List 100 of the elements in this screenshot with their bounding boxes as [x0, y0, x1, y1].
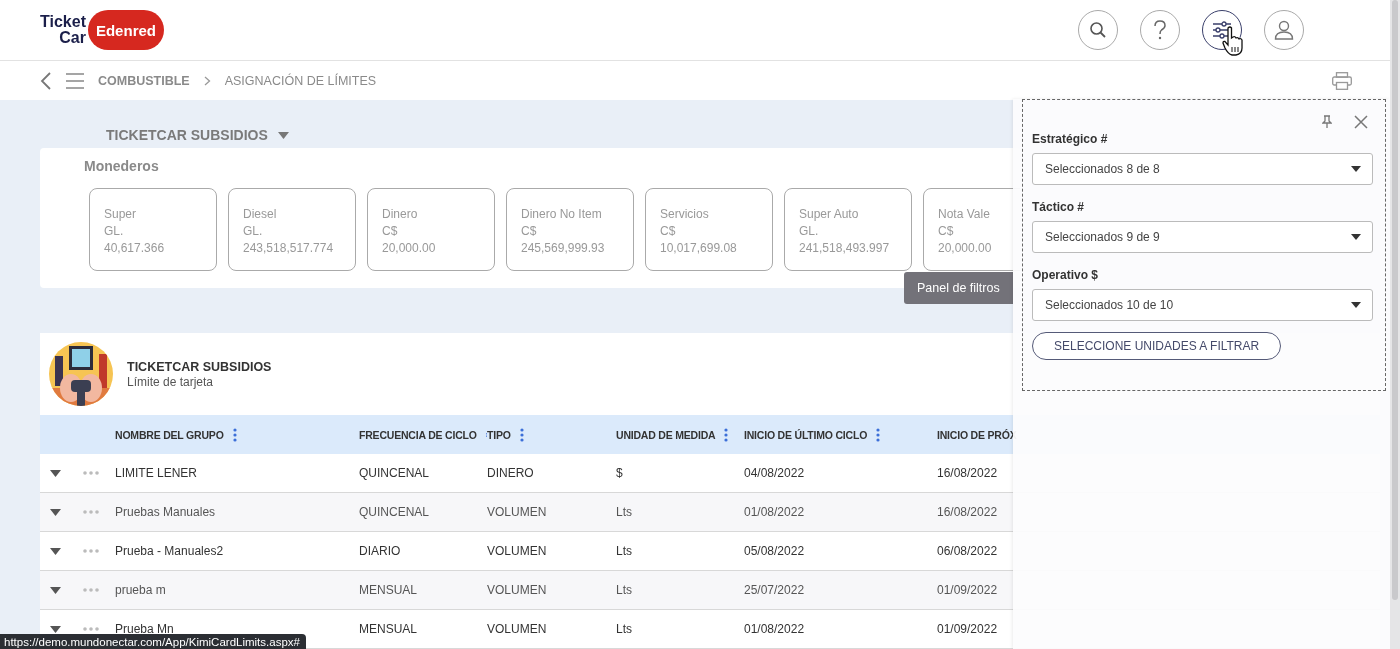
table-cell: $: [616, 466, 623, 480]
wallet-amount: 20,000.00: [938, 241, 993, 256]
pin-icon[interactable]: [1322, 115, 1332, 129]
table-cell: DINERO: [487, 466, 534, 480]
expand-icon[interactable]: [50, 508, 61, 516]
table-cell: LIMITE LENER: [115, 466, 198, 480]
table-cell: MENSUAL: [359, 622, 417, 636]
group-title: TICKETCAR SUBSIDIOS: [127, 359, 272, 374]
table-cell: 01/09/2022: [937, 583, 998, 597]
logo-badge: Edenred: [87, 10, 164, 50]
expand-icon[interactable]: [50, 586, 61, 594]
table-cell: Lts: [616, 583, 632, 597]
table-cell: VOLUMEN: [487, 544, 547, 558]
wallet-amount: 10,017,699.08: [660, 241, 738, 256]
caret-icon: [277, 131, 289, 139]
logo-text: Ticket Car: [40, 14, 86, 46]
user-button[interactable]: [1264, 10, 1304, 50]
column-header[interactable]: UNIDAD DE MEDIDA: [616, 428, 716, 441]
user-icon: [1274, 20, 1294, 40]
wallet-unit: C$: [382, 224, 399, 239]
wallet-name: Servicios: [660, 207, 710, 222]
column-menu-icon[interactable]: [232, 427, 237, 442]
table-cell: 25/07/2022: [744, 583, 805, 597]
expand-icon[interactable]: [50, 469, 61, 477]
wallet-name: Super Auto: [799, 207, 860, 222]
wallet-unit: C$: [521, 224, 538, 239]
table-cell: VOLUMEN: [487, 583, 547, 597]
wallet-name: Super: [104, 207, 138, 222]
field-label: Operativo $: [1032, 268, 1100, 282]
table-cell: VOLUMEN: [487, 622, 547, 636]
table-cell: 16/08/2022: [937, 505, 998, 519]
caret-icon: [1351, 234, 1361, 240]
help-button[interactable]: [1140, 10, 1180, 50]
back-icon[interactable]: [40, 70, 52, 91]
scrollbar[interactable]: [1390, 0, 1400, 649]
table-cell: prueba m: [115, 583, 166, 597]
question-mark-icon: [1153, 20, 1167, 40]
wallet-amount: 20,000.00: [382, 241, 437, 256]
wallet-unit: GL.: [799, 224, 820, 239]
select-field[interactable]: Seleccionados 9 de 9: [1032, 221, 1373, 253]
table-cell: 05/08/2022: [744, 544, 805, 558]
wallet-amount: 241,518,493.997: [799, 241, 891, 256]
field-label: Táctico #: [1032, 200, 1086, 214]
table-cell: 01/09/2022: [937, 622, 998, 636]
field-label: Estratégico #: [1032, 132, 1109, 146]
search-icon: [1089, 21, 1107, 39]
search-button[interactable]: [1078, 10, 1118, 50]
breadcrumb-current: ASIGNACIÓN DE LÍMITES: [224, 73, 377, 88]
column-header[interactable]: NOMBRE DEL GRUPO: [115, 428, 224, 441]
table-cell: Lts: [616, 622, 632, 636]
table-cell: Prueba Mn: [115, 622, 174, 636]
wallet-name: Dinero No Item: [521, 207, 603, 222]
column-header[interactable]: INICIO DE ÚLTIMO CICLO: [744, 428, 868, 441]
wallet-amount: 243,518,517.774: [243, 241, 335, 256]
printer-icon[interactable]: [1332, 71, 1352, 90]
wallets-title: Monederos: [84, 158, 160, 174]
wallet-unit: C$: [938, 224, 955, 239]
hand-cursor-icon: [1222, 26, 1244, 56]
tooltip: Panel de filtros: [904, 272, 1013, 304]
table-cell: Lts: [616, 505, 632, 519]
filter-units-button[interactable]: SELECCIONE UNIDADES A FILTRAR: [1032, 332, 1282, 360]
menu-icon[interactable]: [66, 72, 84, 89]
table-cell: Prueba - Manuales2: [115, 544, 224, 558]
table-cell: VOLUMEN: [487, 505, 547, 519]
sliders-icon: [1212, 21, 1232, 39]
caret-icon: [1351, 302, 1361, 308]
select-field[interactable]: Seleccionados 10 de 10: [1032, 289, 1373, 321]
table-cell: Lts: [616, 544, 632, 558]
column-menu-icon[interactable]: [519, 427, 524, 442]
table-cell: QUINCENAL: [359, 466, 429, 480]
wallet-amount: 245,569,999.93: [521, 241, 606, 256]
close-icon[interactable]: [1354, 115, 1368, 129]
wallet-unit: GL.: [243, 224, 264, 239]
table-cell: Pruebas Manuales: [115, 505, 216, 519]
wallet-name: Diesel: [243, 207, 278, 222]
table-cell: 04/08/2022: [744, 466, 805, 480]
wallet-unit: C$: [660, 224, 677, 239]
wallet-name: Nota Vale: [938, 207, 991, 222]
table-cell: 06/08/2022: [937, 544, 998, 558]
wallet-unit: GL.: [104, 224, 125, 239]
chevron-icon: [203, 75, 211, 86]
table-cell: 01/08/2022: [744, 505, 805, 519]
group-subtitle: Límite de tarjeta: [127, 374, 215, 389]
table-cell: DIARIO: [359, 544, 401, 558]
column-header[interactable]: INICIO DE PRÓX: [937, 428, 1017, 441]
caret-icon: [1351, 166, 1361, 172]
column-header[interactable]: FRECUENCIA DE CICLO: [359, 428, 477, 441]
wallet-amount: 40,617.366: [104, 241, 166, 256]
select-field[interactable]: Seleccionados 8 de 8: [1032, 153, 1373, 185]
table-cell: 01/08/2022: [744, 622, 805, 636]
wallet-name: Dinero: [382, 207, 419, 222]
table-cell: QUINCENAL: [359, 505, 429, 519]
table-cell: 16/08/2022: [937, 466, 998, 480]
column-header[interactable]: TIPO: [487, 428, 511, 441]
column-menu-icon[interactable]: [876, 427, 881, 442]
column-menu-icon[interactable]: [724, 427, 729, 442]
status-url: https://demo.mundonectar.com/App/KimiCardLimits.aspx#: [0, 634, 306, 649]
company-dropdown[interactable]: TICKETCAR SUBSIDIOS: [106, 122, 289, 148]
expand-icon[interactable]: [50, 547, 61, 555]
table-cell: MENSUAL: [359, 583, 417, 597]
